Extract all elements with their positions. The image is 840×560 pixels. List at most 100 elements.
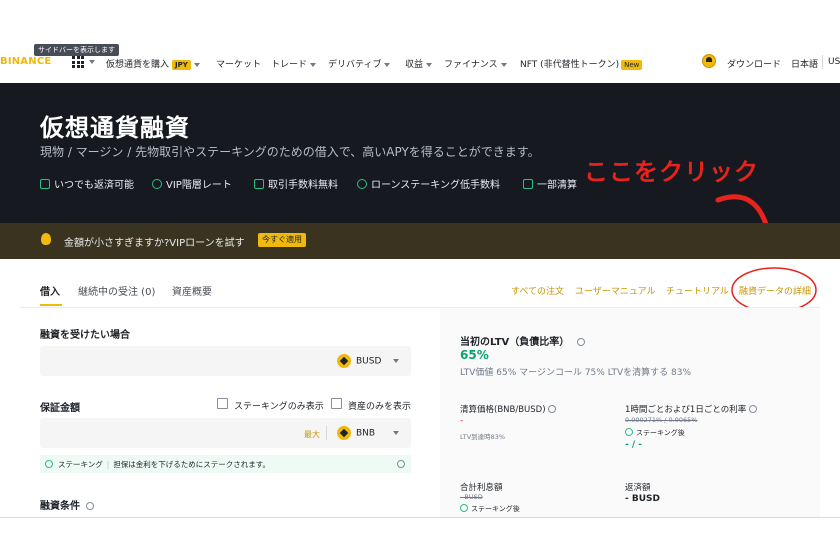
nav-finance-label: ファイナンス xyxy=(444,60,498,70)
chevron-down-icon xyxy=(384,62,391,67)
collateral-amount-label: 保証金額 xyxy=(40,403,80,414)
lightbulb-icon xyxy=(41,233,51,245)
apply-now-button[interactable]: 今すぐ適用 xyxy=(258,233,306,247)
nav-earn[interactable]: 収益 xyxy=(405,57,433,70)
new-badge: New xyxy=(621,60,643,70)
bnb-coin-icon xyxy=(337,426,351,440)
borrow-coin-selector[interactable]: BUSD xyxy=(337,354,400,368)
chevron-down-icon xyxy=(426,62,433,67)
page-subtitle: 現物 / マージン / 先物取引やステーキングのための借入で、高いAPYを得るこ… xyxy=(40,145,540,159)
assets-only-label: 資産のみを表示 xyxy=(348,402,412,412)
assets-only-checkbox[interactable] xyxy=(331,398,342,409)
loan-data-details-link[interactable]: 融資データの詳細 xyxy=(739,284,811,297)
initial-ltv-title: 当初のLTV（負債比率） xyxy=(460,333,585,348)
borrow-coin-label: BUSD xyxy=(356,356,382,367)
total-interest-label: 合計利息額 xyxy=(460,483,503,493)
tutorial-link[interactable]: チュートリアル xyxy=(666,284,729,297)
total-interest-original: - BUSD xyxy=(460,493,483,501)
feature-label: いつでも返済可能 xyxy=(54,180,134,191)
currency-selector[interactable]: USD xyxy=(828,57,840,67)
interest-rate-label: 1時間ごとおよび1日ごとの利率 xyxy=(625,403,757,415)
help-icon[interactable] xyxy=(576,338,585,346)
nav-derivatives[interactable]: デリバティブ xyxy=(328,57,391,70)
feature-repay-anytime: いつでも返済可能 xyxy=(40,176,134,191)
nav-markets[interactable]: マーケット xyxy=(216,57,261,70)
jpy-badge: JPY xyxy=(172,60,191,70)
borrow-amount-label: 融資を受けたい場合 xyxy=(40,330,130,341)
info-icon[interactable] xyxy=(548,405,557,413)
liquidation-price-text: 清算価格(BNB/BUSD) xyxy=(460,405,546,415)
nav-nft-label: NFT (非代替性トークン) xyxy=(520,60,620,70)
exchange-icon xyxy=(254,179,264,189)
loan-terms-label: 融資条件 xyxy=(40,497,95,512)
ltv-thresholds: LTV価値 65% マージンコール 75% LTVを清算する 83% xyxy=(460,368,691,378)
nav-trade-label: トレード xyxy=(271,60,308,70)
chevron-down-icon xyxy=(500,62,507,67)
all-orders-link[interactable]: すべての注文 xyxy=(511,284,564,297)
check-circle-icon xyxy=(357,179,367,189)
nav-finance[interactable]: ファイナンス xyxy=(444,57,507,70)
separator: | xyxy=(106,460,110,469)
chevron-down-icon xyxy=(193,62,200,67)
staking-only-checkbox[interactable] xyxy=(217,398,228,409)
tab-asset-overview[interactable]: 資産概要 xyxy=(172,283,212,298)
feature-label: ローンステーキング低手数料 xyxy=(371,180,500,191)
staking-note: 担保は金利を下げるためにステークされます。 xyxy=(113,460,271,469)
chevron-down-icon xyxy=(393,359,400,363)
field-divider xyxy=(326,426,327,440)
chevron-down-icon xyxy=(310,62,317,67)
feature-staking-low-fee: ローンステーキング低手数料 xyxy=(357,176,500,191)
check-circle-icon xyxy=(460,504,468,512)
active-tab-indicator xyxy=(40,304,62,306)
after-staking-label: ステーキング後 xyxy=(471,505,520,513)
collateral-coin-label: BNB xyxy=(356,428,376,439)
medal-icon xyxy=(40,179,50,189)
nav-nft[interactable]: NFT (非代替性トークン) New xyxy=(520,57,643,70)
liquidation-ltv-note: LTV到達時83% xyxy=(460,433,506,441)
feature-partial-liquidation: 一部清算 xyxy=(523,176,577,191)
chevron-down-icon xyxy=(393,431,400,435)
after-staking-tag: ステーキング後 xyxy=(625,428,685,438)
user-manual-link[interactable]: ユーザーマニュアル xyxy=(575,284,656,297)
feature-label: 取引手数料無料 xyxy=(268,180,338,191)
language-selector[interactable]: 日本語 xyxy=(791,57,818,70)
nav-buy-crypto[interactable]: 仮想通貨を購入 JPY xyxy=(106,57,200,70)
chevron-down-icon xyxy=(89,60,95,64)
after-staking-label: ステーキング後 xyxy=(636,429,685,437)
nav-earn-label: 収益 xyxy=(405,60,424,70)
nav-divider xyxy=(822,55,823,69)
staking-tag: ステーキング xyxy=(58,460,103,469)
user-avatar[interactable] xyxy=(702,54,716,68)
staking-only-label: ステーキングのみ表示 xyxy=(234,402,324,412)
initial-ltv-label: 当初のLTV（負債比率） xyxy=(460,337,570,348)
apps-grid-icon[interactable] xyxy=(72,56,84,68)
info-icon[interactable] xyxy=(748,405,757,413)
tab-ongoing-orders[interactable]: 継続中の受注 (0) xyxy=(78,283,155,298)
interest-rate-original: 0.000271% / 0.0065% xyxy=(625,416,698,424)
sidebar-tooltip: サイドバーを表示します xyxy=(34,44,119,56)
tab-borrow[interactable]: 借入 xyxy=(40,283,60,298)
initial-ltv-value: 65% xyxy=(460,348,489,362)
nav-trade[interactable]: トレード xyxy=(271,57,317,70)
chart-icon xyxy=(523,179,533,189)
busd-coin-icon xyxy=(337,354,351,368)
nav-markets-label: マーケット xyxy=(216,60,262,70)
liquidation-price-value: - xyxy=(460,416,464,426)
binance-logo[interactable]: BINANCE xyxy=(0,56,51,67)
liquidation-price-label: 清算価格(BNB/BUSD) xyxy=(460,403,557,415)
after-staking-tag: ステーキング後 xyxy=(460,504,520,514)
page-bottom-blank xyxy=(0,518,840,560)
feature-vip-rate: VIP階層レート xyxy=(152,176,232,191)
max-button[interactable]: 最大 xyxy=(304,429,320,440)
interest-rate-after-staking: - / - xyxy=(625,440,643,450)
repayment-amount-label: 返済額 xyxy=(625,483,651,493)
repayment-amount-value: - BUSD xyxy=(625,494,660,504)
download-link[interactable]: ダウンロード xyxy=(727,57,781,70)
feature-label: 一部清算 xyxy=(537,180,577,191)
collateral-coin-selector[interactable]: BNB xyxy=(337,426,400,440)
info-icon[interactable] xyxy=(397,460,405,468)
promo-text: 金額が小さすぎますか?VIPローンを試す xyxy=(64,238,245,249)
info-icon[interactable] xyxy=(86,502,95,510)
page-title: 仮想通貨融資 xyxy=(40,114,190,142)
staking-info: ステーキング | 担保は金利を下げるためにステークされます。 xyxy=(58,459,270,470)
